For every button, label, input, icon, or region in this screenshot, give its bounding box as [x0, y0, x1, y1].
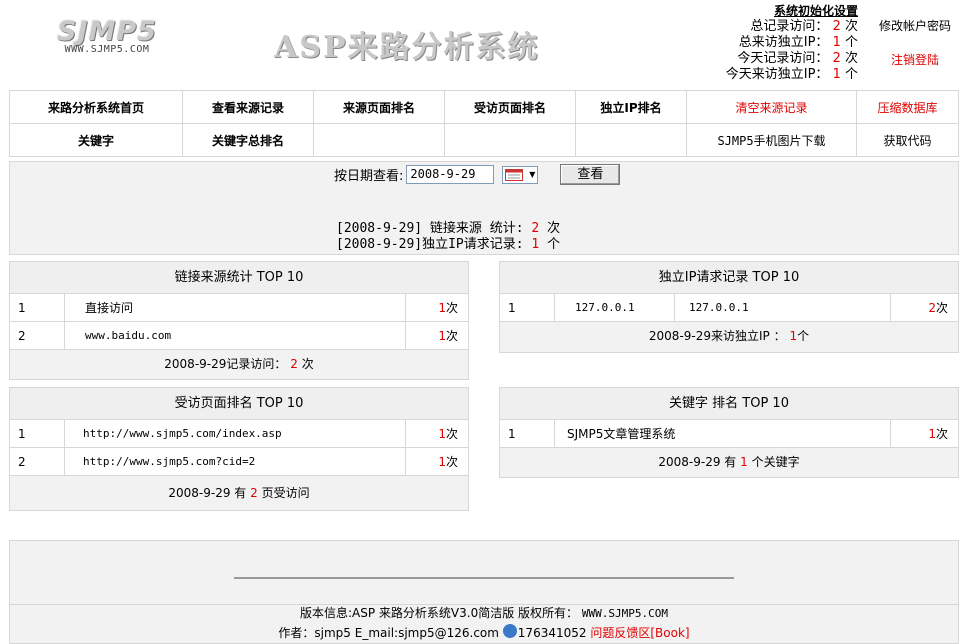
panel-footer: 2008-9-29 有 2 页受访问 — [10, 476, 468, 510]
logo-sub-text: WWW.SJMP5.COM — [64, 44, 150, 55]
change-password-link[interactable]: 修改帐户密码 — [870, 17, 960, 34]
page-title: ASP来路分析系统 — [274, 30, 540, 65]
init-settings-link[interactable]: 系统初始化设置 — [726, 3, 858, 19]
chevron-down-icon: ▼ — [529, 170, 536, 179]
footer-divider — [234, 577, 734, 579]
keyword-cell[interactable]: SJMP5文章管理系统 — [555, 420, 891, 447]
logout-link[interactable]: 注销登陆 — [870, 51, 960, 68]
logo: SJMP5 WWW.SJMP5.COM — [52, 18, 162, 62]
main-nav: 来路分析系统首页 查看来源记录 来源页面排名 受访页面排名 独立IP排名 清空来… — [9, 90, 959, 157]
stat-today-ip: 今天来访独立IP： 1 个 — [725, 67, 858, 82]
nav-clear-records[interactable]: 清空来源记录 — [686, 90, 857, 124]
table-row: 2 www.baidu.com 1次 — [10, 322, 468, 350]
panel-title: 独立IP请求记录 TOP 10 — [500, 262, 958, 294]
summary-stats: 系统初始化设置 总记录访问： 2 次 总来访独立IP： 1 个 今天记录访问： … — [726, 3, 858, 83]
rank-cell: 1 — [10, 294, 65, 321]
result-link-stats: [2008-9-29] 链接来源 统计: 2 次 — [336, 221, 561, 236]
url-cell[interactable]: http://www.sjmp5.com/index.asp — [65, 420, 406, 447]
result-ip-stats: [2008-9-29]独立IP请求记录: 1 个 — [336, 237, 561, 252]
rank-cell: 1 — [500, 420, 555, 447]
nav-keyword-total-rank[interactable]: 关键字总排名 — [182, 123, 314, 157]
nav-empty-cell — [575, 123, 687, 157]
count-cell: 1次 — [438, 454, 458, 470]
nav-home[interactable]: 来路分析系统首页 — [9, 90, 183, 124]
table-row: 1 http://www.sjmp5.com/index.asp 1次 — [10, 420, 468, 448]
feedback-link[interactable]: 问题反馈区[Book] — [590, 626, 689, 640]
stat-total-ip: 总来访独立IP： 1 个 — [738, 35, 858, 50]
nav-get-code[interactable]: 获取代码 — [856, 123, 959, 157]
query-results: [2008-9-29] 链接来源 统计: 2 次 [2008-9-29]独立IP… — [336, 221, 560, 253]
keyword-stats-panel: 关键字 排名 TOP 10 1 SJMP5文章管理系统 1次 2008-9-29… — [499, 387, 959, 478]
nav-visited-page-rank[interactable]: 受访页面排名 — [444, 90, 576, 124]
page-stats-panel: 受访页面排名 TOP 10 1 http://www.sjmp5.com/ind… — [9, 387, 469, 511]
count-cell: 1次 — [438, 300, 458, 316]
source-cell[interactable]: 直接访问 — [65, 294, 406, 321]
source-cell[interactable]: www.baidu.com — [65, 322, 406, 349]
nav-source-records[interactable]: 查看来源记录 — [182, 90, 314, 124]
rank-cell: 1 — [500, 294, 555, 321]
ip-cell[interactable]: 127.0.0.1 — [555, 294, 675, 321]
logo-main-text: SJMP5 — [57, 16, 157, 47]
table-row: 1 SJMP5文章管理系统 1次 — [500, 420, 958, 448]
date-picker-dropdown[interactable]: ▼ — [502, 165, 539, 184]
nav-source-page-rank[interactable]: 来源页面排名 — [313, 90, 445, 124]
footer-author: 作者：sjmp5 E_mail:sjmp5@126.com 176341052 … — [0, 623, 968, 641]
table-row: 2 http://www.sjmp5.com?cid=2 1次 — [10, 448, 468, 476]
date-input[interactable]: 2008-9-29 — [406, 165, 495, 184]
panel-title: 关键字 排名 TOP 10 — [500, 388, 958, 420]
link-stats-panel: 链接来源统计 TOP 10 1 直接访问 1次 2 www.baidu.com … — [9, 261, 469, 380]
qq-number[interactable]: 176341052 — [518, 626, 587, 640]
nav-empty-cell — [444, 123, 576, 157]
nav-ip-rank[interactable]: 独立IP排名 — [575, 90, 687, 124]
view-button[interactable]: 查看 — [560, 164, 621, 185]
table-row: 1 127.0.0.1 127.0.0.1 2次 — [500, 294, 958, 322]
nav-compress-db[interactable]: 压缩数据库 — [856, 90, 959, 124]
nav-empty-cell — [313, 123, 445, 157]
panel-footer: 2008-9-29 有 1 个关键字 — [500, 448, 958, 477]
nav-mobile-download[interactable]: SJMP5手机图片下载 — [686, 123, 857, 157]
panel-title: 链接来源统计 TOP 10 — [10, 262, 468, 294]
panel-title: 受访页面排名 TOP 10 — [10, 388, 468, 420]
count-cell: 2次 — [928, 300, 948, 316]
panel-footer: 2008-9-29来访独立IP ： 1个 — [500, 322, 958, 352]
rank-cell: 2 — [10, 322, 65, 349]
rank-cell: 2 — [10, 448, 65, 475]
date-label: 按日期查看: — [334, 169, 404, 184]
url-cell[interactable]: http://www.sjmp5.com?cid=2 — [65, 448, 406, 475]
date-query-form: 按日期查看: 2008-9-29 ▼ 查看 — [334, 164, 621, 185]
table-row: 1 直接访问 1次 — [10, 294, 468, 322]
stat-today-visits: 今天记录访问： 2 次 — [737, 51, 858, 66]
nav-keywords[interactable]: 关键字 — [9, 123, 183, 157]
panel-footer: 2008-9-29记录访问： 2 次 — [10, 350, 468, 379]
ip-detail-cell: 127.0.0.1 — [675, 294, 891, 321]
calendar-icon — [505, 168, 524, 181]
count-cell: 1次 — [928, 426, 948, 442]
count-cell: 1次 — [438, 328, 458, 344]
ip-stats-panel: 独立IP请求记录 TOP 10 1 127.0.0.1 127.0.0.1 2次… — [499, 261, 959, 353]
count-cell: 1次 — [438, 426, 458, 442]
rank-cell: 1 — [10, 420, 65, 447]
footer-site-link[interactable]: WWW.SJMP5.COM — [582, 607, 668, 620]
stat-total-visits: 总记录访问： 2 次 — [750, 19, 858, 34]
qq-icon — [502, 623, 517, 638]
footer-version: 版本信息:ASP 来路分析系统V3.0简洁版 版权所有： WWW.SJMP5.C… — [300, 606, 668, 620]
